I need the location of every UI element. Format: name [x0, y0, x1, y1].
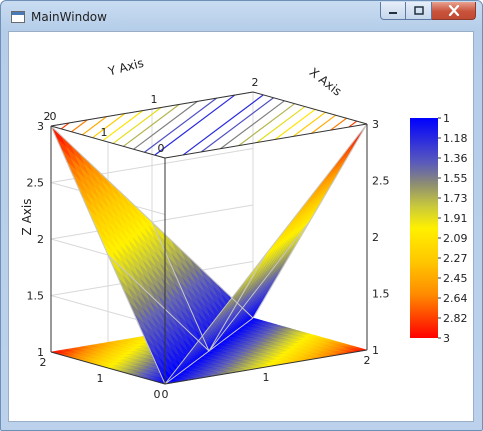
colorbar	[410, 118, 438, 338]
close-icon	[448, 5, 459, 16]
x-axis-tick-label: 1	[263, 371, 270, 384]
colorbar-tick-label: 2.64	[443, 292, 468, 305]
y-axis-tick-label: 2	[40, 356, 47, 369]
y-axis-tick-label: 2	[44, 110, 51, 123]
colorbar-tick-label: 1.18	[443, 132, 468, 145]
window-title: MainWindow	[31, 10, 107, 24]
colorbar-tick-label: 1	[443, 112, 450, 125]
minimize-icon	[389, 11, 397, 14]
close-button[interactable]	[432, 2, 476, 20]
z-axis-tick-label: 2.5	[27, 177, 45, 190]
colorbar-tick-label: 1.36	[443, 152, 468, 165]
top-contour-line	[133, 100, 198, 150]
maximize-button[interactable]	[406, 2, 432, 20]
caption-buttons	[380, 2, 476, 22]
title-bar[interactable]: MainWindow	[1, 1, 482, 31]
x-axis-tick-label: 1	[151, 93, 158, 106]
maximize-icon	[413, 5, 424, 15]
x-axis-tick-label: 0	[50, 110, 57, 123]
top-contour-line	[123, 103, 180, 147]
x-axis-title: X Axis	[307, 65, 345, 99]
colorbar-tick-label: 2.45	[443, 272, 468, 285]
main-window: MainWindow 1 1.5 2 2.5 3 1 1.5 2 2.5 3 0 1 2 0 1 2 0 1 2 0 1…	[0, 0, 483, 431]
colorbar-tick-label: 2.82	[443, 312, 468, 325]
y-axis-tick-label: 0	[154, 388, 161, 401]
z-axis-tick-label: 3	[372, 118, 379, 131]
z-axis-tick-label: 1	[372, 344, 379, 357]
colorbar-tick-label: 2.09	[443, 232, 468, 245]
y-axis-tick-label: 1	[101, 126, 108, 139]
z-axis-title: Z Axis	[20, 199, 34, 236]
chart-area: 1 1.5 2 2.5 3 1 1.5 2 2.5 3 0 1 2 0 1 2 0 1 2 0 1 2 Y Axis X Ax…	[8, 31, 474, 422]
colorbar-tick-label: 1.73	[443, 192, 468, 205]
colorbar-tick-label: 1.55	[443, 172, 468, 185]
app-window-icon	[11, 11, 25, 23]
colorbar-tick-label: 1.91	[443, 212, 468, 225]
x-axis-tick-label: 0	[162, 388, 169, 401]
top-contour-line	[92, 113, 126, 139]
z-axis-tick-label: 2.5	[372, 175, 390, 188]
top-contour-line	[220, 100, 285, 150]
colorbar-tick-label: 2.27	[443, 252, 468, 265]
top-contour-line	[311, 114, 337, 134]
top-contour-line	[292, 111, 326, 137]
minimize-button[interactable]	[380, 2, 406, 20]
x-axis-tick-label: 2	[252, 76, 259, 89]
z-axis-tick-label: 2	[372, 231, 379, 244]
y-axis-title: Y Axis	[106, 56, 145, 79]
y-axis-tick-label: 1	[97, 372, 104, 385]
z-axis-tick-label: 1.5	[372, 288, 390, 301]
top-contour-line	[238, 103, 295, 147]
surface-chart[interactable]: 11.522.5311.522.53012012012012Y Axis X Ax…	[9, 32, 473, 421]
top-contour-line	[201, 97, 274, 153]
axis-box-edge	[252, 91, 368, 125]
colorbar-tick-label: 3	[443, 332, 450, 345]
top-contour-line	[144, 97, 217, 153]
x-axis-tick-label: 2	[364, 354, 371, 367]
y-axis-tick-label: 0	[158, 142, 165, 155]
z-axis-tick-label: 2	[37, 233, 44, 246]
axis-box-edge	[164, 123, 368, 159]
z-axis-tick-label: 1.5	[27, 290, 45, 303]
top-contour-line	[112, 106, 162, 144]
top-contour-line	[256, 106, 306, 144]
